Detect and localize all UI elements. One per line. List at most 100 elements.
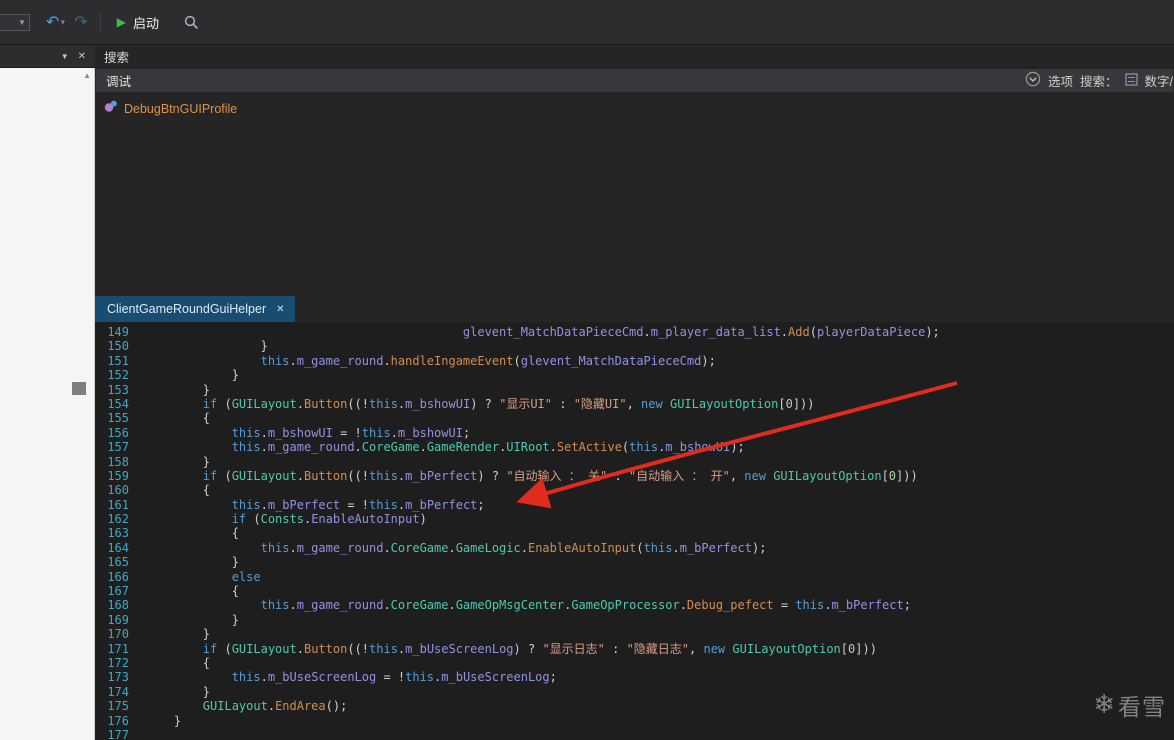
search-icon[interactable] <box>183 14 200 31</box>
start-button[interactable]: ▶ 启动 <box>111 10 165 35</box>
document-tabstrip: ClientGameRoundGuiHelper ✕ <box>95 296 1174 322</box>
line-number[interactable]: 153 <box>95 383 145 397</box>
line-number[interactable]: 175 <box>95 699 145 713</box>
line-number[interactable]: 159 <box>95 469 145 483</box>
search-label: 搜索： <box>1080 75 1118 89</box>
options-chevron-icon[interactable] <box>1025 71 1041 90</box>
search-results: DebugBtnGUIProfile <box>95 93 1174 296</box>
code-text: this.m_game_round.handleIngameEvent(glev… <box>260 353 716 368</box>
search-controls: 选项 搜索： 数字/ <box>1025 71 1173 90</box>
line-number[interactable]: 165 <box>95 555 145 569</box>
code-line: 170 } <box>95 627 1174 641</box>
line-number[interactable]: 149 <box>95 325 145 339</box>
code-text: this.m_bPerfect = !this.m_bPerfect; <box>231 497 485 512</box>
app-window: ▼ ↶▼ ↷ ▶ 启动 ▼ ✕ ▲ 搜索 调试 选项 搜索： 数字/ Debug… <box>0 0 1174 740</box>
code-line: 155 { <box>95 411 1174 425</box>
code-text: { <box>145 483 211 498</box>
code-editor[interactable]: 149 glevent_MatchDataPieceCmd.m_player_d… <box>95 322 1174 740</box>
line-number[interactable]: 173 <box>95 670 145 684</box>
code-line: 166 else <box>95 570 1174 584</box>
code-line: 160 { <box>95 483 1174 497</box>
code-line: 159 if (GUILayout.Button((!this.m_bPerfe… <box>95 469 1174 483</box>
line-number[interactable]: 176 <box>95 714 145 728</box>
line-number[interactable]: 174 <box>95 685 145 699</box>
line-number[interactable]: 166 <box>95 570 145 584</box>
code-text: this.m_bshowUI = !this.m_bshowUI; <box>231 425 471 440</box>
scrollbar-thumb[interactable] <box>72 382 86 395</box>
search-pane-title: 搜索 <box>104 50 130 65</box>
line-number[interactable]: 155 <box>95 411 145 425</box>
line-number[interactable]: 154 <box>95 397 145 411</box>
tab-close-icon[interactable]: ✕ <box>276 304 284 315</box>
panel-close-icon[interactable]: ✕ <box>78 51 86 62</box>
options-label[interactable]: 选项 <box>1048 71 1073 90</box>
panel-menu-icon[interactable]: ▼ <box>61 52 69 61</box>
right-pane: 搜索 调试 选项 搜索： 数字/ DebugBtnGUIProfile Clie… <box>95 45 1174 740</box>
undo-button[interactable]: ↶▼ <box>46 12 66 32</box>
code-text: } <box>145 339 268 354</box>
code-text: this.m_bUseScreenLog = !this.m_bUseScree… <box>231 670 557 685</box>
code-text: glevent_MatchDataPieceCmd.m_player_data_… <box>462 325 940 339</box>
code-line: 151 this.m_game_round.handleIngameEvent(… <box>95 354 1174 368</box>
scope-label: 调试 <box>106 75 132 89</box>
tab-clientgameroundguihelper[interactable]: ClientGameRoundGuiHelper ✕ <box>95 296 295 322</box>
search-type-icon <box>1124 72 1138 89</box>
code-line: 158 } <box>95 455 1174 469</box>
search-scope-bar[interactable]: 调试 选项 搜索： 数字/ <box>95 68 1174 93</box>
left-panel-body[interactable]: ▲ <box>0 68 95 740</box>
code-line: 172 { <box>95 656 1174 670</box>
search-result-item[interactable]: DebugBtnGUIProfile <box>95 98 1174 120</box>
line-number[interactable]: 168 <box>95 598 145 612</box>
code-text: if (GUILayout.Button((!this.m_bshowUI) ?… <box>202 396 815 411</box>
line-number[interactable]: 151 <box>95 354 145 368</box>
code-text: } <box>145 454 211 469</box>
line-number[interactable]: 170 <box>95 627 145 641</box>
line-number[interactable]: 163 <box>95 526 145 540</box>
code-line: 177 <box>95 728 1174 740</box>
line-number[interactable]: 157 <box>95 440 145 454</box>
code-text: { <box>145 584 239 599</box>
search-result-label: DebugBtnGUIProfile <box>124 102 238 116</box>
line-number[interactable]: 158 <box>95 455 145 469</box>
watermark-text: 看雪 <box>1118 695 1166 721</box>
code-line: 152 } <box>95 368 1174 382</box>
line-number[interactable]: 177 <box>95 728 145 740</box>
code-line: 165 } <box>95 555 1174 569</box>
code-line: 174 } <box>95 685 1174 699</box>
code-line: 176 } <box>95 714 1174 728</box>
line-number[interactable]: 150 <box>95 339 145 353</box>
code-text: GUILayout.EndArea(); <box>202 699 348 714</box>
code-text: if (GUILayout.Button((!this.m_bUseScreen… <box>202 641 877 656</box>
code-lines: 149 glevent_MatchDataPieceCmd.m_player_d… <box>95 325 1174 740</box>
line-number[interactable]: 167 <box>95 584 145 598</box>
code-line: 173 this.m_bUseScreenLog = !this.m_bUseS… <box>95 670 1174 684</box>
line-number[interactable]: 171 <box>95 642 145 656</box>
code-line: 153 } <box>95 383 1174 397</box>
toolbar-combobox[interactable]: ▼ <box>0 13 30 31</box>
code-text: } <box>145 684 211 699</box>
watermark: ❄ 看雪 <box>1093 688 1166 722</box>
scroll-up-icon[interactable]: ▲ <box>83 71 91 80</box>
start-button-label: 启动 <box>132 15 159 31</box>
code-text: } <box>145 368 239 383</box>
redo-button[interactable]: ↷ <box>74 12 87 32</box>
line-number[interactable]: 172 <box>95 656 145 670</box>
line-number[interactable]: 160 <box>95 483 145 497</box>
chevron-down-icon: ▼ <box>59 19 67 27</box>
left-panel-header: ▼ ✕ <box>0 45 95 68</box>
line-number[interactable]: 162 <box>95 512 145 526</box>
code-text: this.m_game_round.CoreGame.GameLogic.Ena… <box>260 540 767 555</box>
line-number[interactable]: 161 <box>95 498 145 512</box>
line-number[interactable]: 164 <box>95 541 145 555</box>
code-text: } <box>145 382 211 397</box>
code-line: 167 { <box>95 584 1174 598</box>
code-line: 149 glevent_MatchDataPieceCmd.m_player_d… <box>95 325 1174 339</box>
code-line: 162 if (Consts.EnableAutoInput) <box>95 512 1174 526</box>
code-line: 150 } <box>95 339 1174 353</box>
toolbar-separator <box>99 12 101 32</box>
line-number[interactable]: 156 <box>95 426 145 440</box>
line-number[interactable]: 152 <box>95 368 145 382</box>
snowflake-icon: ❄ <box>1093 690 1115 720</box>
line-number[interactable]: 169 <box>95 613 145 627</box>
search-type-value[interactable]: 数字/ <box>1145 71 1173 90</box>
